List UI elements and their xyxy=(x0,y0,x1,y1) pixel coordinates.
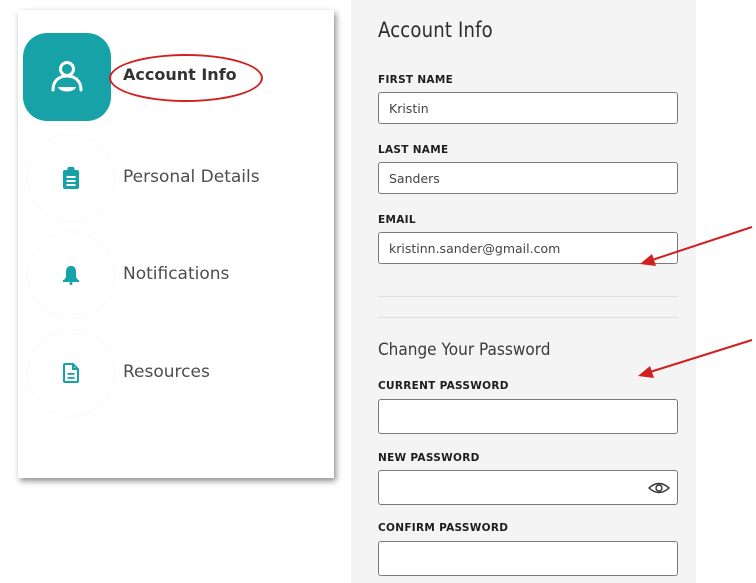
eye-icon xyxy=(647,482,671,494)
email-field[interactable] xyxy=(378,232,678,264)
sidebar-item-account-info[interactable]: Account Info xyxy=(23,33,323,121)
sidebar-icon-tile xyxy=(28,232,114,318)
sidebar-item-label: Resources xyxy=(123,362,210,382)
sidebar-item-notifications[interactable]: Notifications xyxy=(23,232,323,320)
first-name-field[interactable] xyxy=(378,92,678,124)
bell-icon xyxy=(63,266,79,285)
last-name-label: LAST NAME xyxy=(378,144,449,156)
user-icon xyxy=(51,61,83,92)
sidebar-nav: Account Info Personal Details Notificati… xyxy=(18,10,334,478)
divider xyxy=(378,296,678,297)
clipboard-icon xyxy=(63,167,79,189)
section-title-password: Change Your Password xyxy=(378,340,551,360)
email-label: EMAIL xyxy=(378,214,416,226)
last-name-field[interactable] xyxy=(378,162,678,194)
current-password-field[interactable] xyxy=(378,399,678,434)
sidebar-item-label: Notifications xyxy=(123,264,230,284)
confirm-password-label: CONFIRM PASSWORD xyxy=(378,522,509,534)
sidebar-item-resources[interactable]: Resources xyxy=(23,330,323,418)
sidebar-item-label: Personal Details xyxy=(123,167,260,187)
sidebar-icon-tile xyxy=(23,33,111,121)
new-password-field[interactable] xyxy=(378,470,678,505)
sidebar-icon-tile xyxy=(28,135,114,221)
current-password-label: CURRENT PASSWORD xyxy=(378,380,509,392)
sidebar-icon-tile xyxy=(28,330,114,416)
document-icon xyxy=(63,363,79,383)
confirm-password-field[interactable] xyxy=(378,541,678,576)
page-title: Account Info xyxy=(378,18,493,42)
sidebar-item-label: Account Info xyxy=(123,65,237,84)
divider xyxy=(378,317,678,318)
first-name-label: FIRST NAME xyxy=(378,74,454,86)
show-password-toggle[interactable] xyxy=(645,478,673,498)
sidebar-item-personal-details[interactable]: Personal Details xyxy=(23,135,323,223)
account-info-form: Account Info FIRST NAME LAST NAME EMAIL … xyxy=(351,0,696,583)
new-password-label: NEW PASSWORD xyxy=(378,452,480,464)
